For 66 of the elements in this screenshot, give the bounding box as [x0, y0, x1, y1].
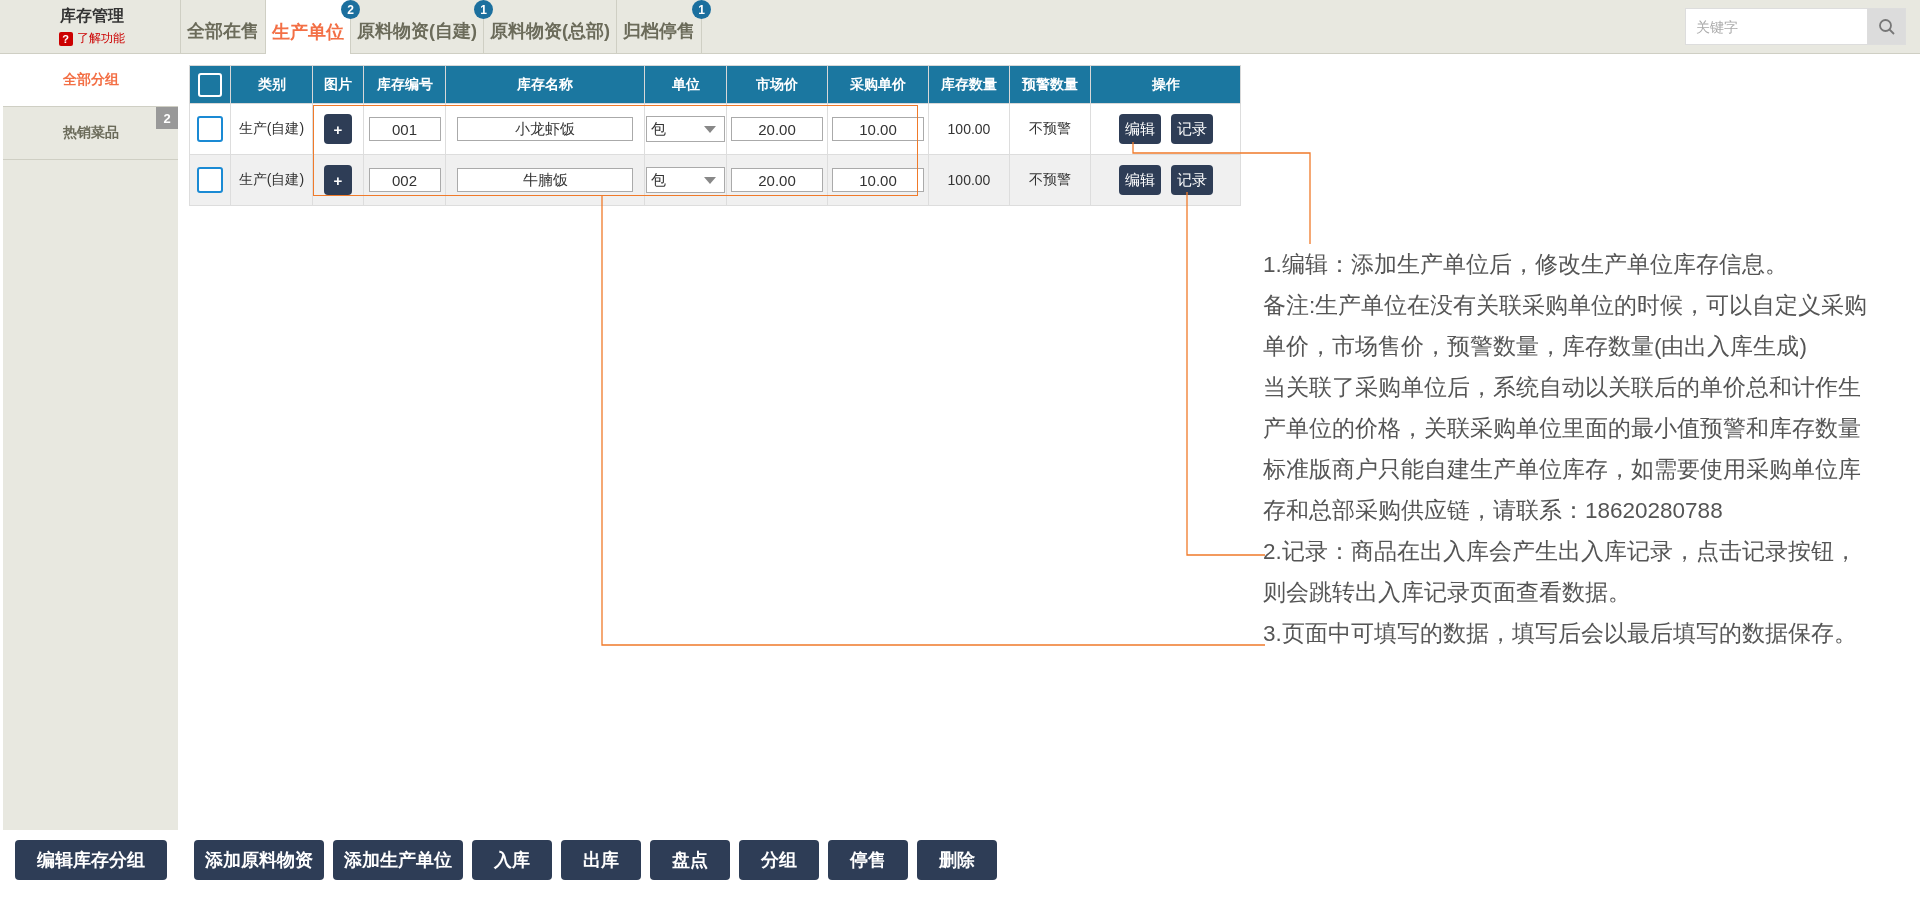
action-button[interactable]: 入库	[472, 840, 552, 880]
select-all-checkbox[interactable]	[198, 72, 222, 97]
stock-text: 100.00	[947, 172, 991, 188]
column-header: 库存名称	[445, 65, 645, 104]
count-badge: 1	[692, 0, 711, 19]
search-icon	[1877, 17, 1896, 36]
caret-icon	[704, 125, 716, 133]
action-button[interactable]: 出库	[561, 840, 641, 880]
column-header: 采购单价	[827, 65, 929, 104]
code-field[interactable]: 002	[368, 168, 441, 192]
action-button[interactable]: 编辑库存分组	[15, 840, 167, 880]
column-header: 操作	[1090, 65, 1241, 104]
unit-select[interactable]: 包	[646, 116, 725, 142]
annotation-text: 1.编辑：添加生产单位后，修改生产单位库存信息。	[1263, 251, 1789, 279]
category-text: 生产(自建)	[238, 171, 305, 187]
add-image-button[interactable]: +	[324, 114, 352, 144]
edit-button[interactable]: 编辑	[1118, 114, 1161, 144]
annotation-text: 存和总部采购供应链，请联系：18620280788	[1263, 497, 1724, 525]
warning-text: 不预警	[1029, 171, 1071, 187]
action-button[interactable]: 添加原料物资	[194, 840, 324, 880]
help-icon: ?	[58, 31, 73, 46]
search-button[interactable]	[1867, 8, 1906, 45]
purchase-price-field[interactable]: 10.00	[832, 168, 924, 192]
annotation-text: 3.页面中可填写的数据，填写后会以最后填写的数据保存。	[1263, 620, 1858, 648]
column-header: 市场价	[726, 65, 828, 104]
column-header: 库存编号	[363, 65, 446, 104]
record-button[interactable]: 记录	[1170, 165, 1213, 195]
count-badge: 2	[156, 107, 178, 129]
purchase-price-field[interactable]: 10.00	[832, 117, 924, 141]
column-header: 预警数量	[1009, 65, 1091, 104]
code-field[interactable]: 001	[368, 117, 441, 141]
market-price-field[interactable]: 20.00	[731, 117, 823, 141]
row-checkbox[interactable]	[197, 167, 223, 193]
edit-button[interactable]: 编辑	[1118, 165, 1161, 195]
group-item[interactable]: 热销菜品 2	[3, 107, 178, 160]
category-text: 生产(自建)	[238, 120, 305, 136]
name-field[interactable]: 牛腩饭	[457, 168, 633, 192]
column-header: 单位	[644, 65, 727, 104]
action-button[interactable]: 添加生产单位	[333, 840, 463, 880]
action-button[interactable]: 停售	[828, 840, 908, 880]
annotation-text: 单价，市场售价，预警数量，库存数量(由出入库生成)	[1263, 333, 1808, 361]
app-title: 库存管理	[59, 6, 124, 26]
action-button[interactable]: 删除	[917, 840, 997, 880]
caret-icon	[704, 176, 716, 184]
column-header: 库存数量	[928, 65, 1010, 104]
column-header: 图片	[312, 65, 364, 104]
action-button[interactable]: 分组	[739, 840, 819, 880]
row-checkbox[interactable]	[197, 116, 223, 142]
annotation-text: 当关联了采购单位后，系统自动以关联后的单价总和计作生	[1263, 374, 1862, 402]
stock-text: 100.00	[947, 121, 991, 137]
name-field[interactable]: 小龙虾饭	[457, 117, 633, 141]
warning-text: 不预警	[1029, 120, 1071, 136]
market-price-field[interactable]: 20.00	[731, 168, 823, 192]
annotation-text: 标准版商户只能自建生产单位库存，如需要使用采购单位库	[1263, 456, 1862, 484]
annotation-text: 备注:生产单位在没有关联采购单位的时候，可以自定义采购	[1263, 292, 1868, 320]
action-button[interactable]: 盘点	[650, 840, 730, 880]
add-image-button[interactable]: +	[324, 165, 352, 195]
annotation-text: 则会跳转出入库记录页面查看数据。	[1263, 579, 1632, 607]
search-field[interactable]: 关键字	[1685, 8, 1867, 45]
count-badge: 1	[474, 0, 493, 19]
help-link[interactable]: 了解功能	[76, 30, 125, 47]
unit-select[interactable]: 包	[646, 167, 725, 193]
column-header: 类别	[230, 65, 313, 104]
annotation-text: 2.记录：商品在出入库会产生出入库记录，点击记录按钮，	[1263, 538, 1858, 566]
record-button[interactable]: 记录	[1170, 114, 1213, 144]
annotation-text: 产单位的价格，关联采购单位里面的最小值预警和库存数量	[1263, 415, 1862, 443]
